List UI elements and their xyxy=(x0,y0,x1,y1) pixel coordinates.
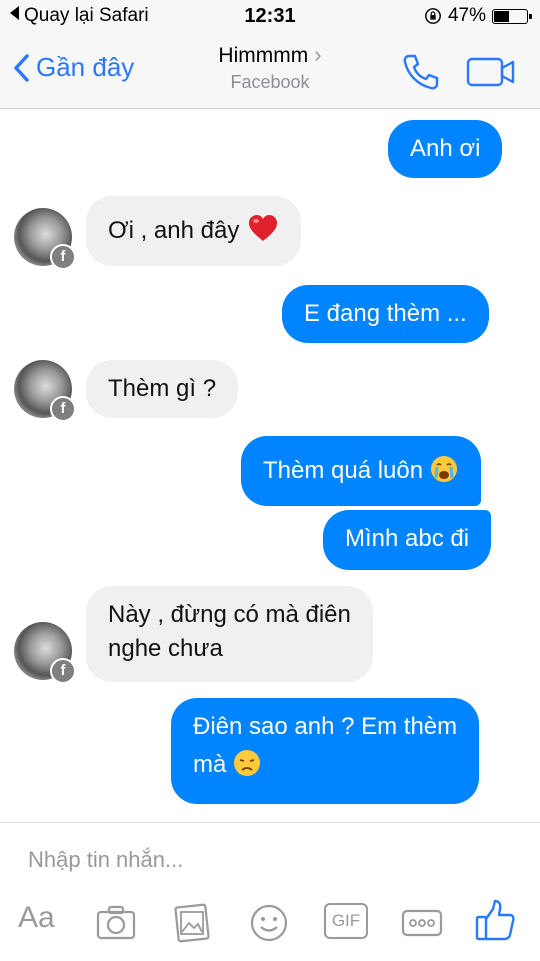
message-text: Thèm gì ? xyxy=(108,375,217,402)
status-indicators: 47% xyxy=(424,5,532,27)
rotation-lock-icon xyxy=(425,8,441,24)
message-text: E đang thèm ... xyxy=(304,300,467,327)
battery-percent: 47% xyxy=(447,5,486,26)
message-outgoing[interactable]: Mình abc đi xyxy=(323,510,492,570)
message-text-line: mà xyxy=(193,751,227,778)
camera-icon[interactable] xyxy=(95,903,137,943)
facebook-badge-icon: f xyxy=(50,658,76,684)
message-incoming[interactable]: Thèm gì ? xyxy=(86,360,239,418)
message-outgoing[interactable]: Điên sao anh ? Em thèm mà xyxy=(171,698,480,804)
battery-icon xyxy=(492,8,532,24)
message-text: Thèm quá luôn xyxy=(263,457,424,484)
thumbs-up-icon[interactable] xyxy=(474,897,516,943)
avatar[interactable]: f xyxy=(14,208,76,270)
message-incoming[interactable]: Này , đừng có mà điên nghe chưa xyxy=(86,586,373,682)
battery-level xyxy=(494,10,509,22)
emoji-icon[interactable] xyxy=(249,903,289,943)
contact-name: Himmmm xyxy=(218,44,309,67)
message-text-line: nghe chưa xyxy=(108,635,223,662)
text-format-button[interactable]: Aa xyxy=(18,901,55,941)
message-text: Anh ơi xyxy=(410,135,481,162)
video-camera-icon[interactable] xyxy=(466,56,516,88)
message-text: Mình abc đi xyxy=(345,525,470,552)
status-bar: Quay lại Safari 12:31 47% xyxy=(0,0,540,34)
chevron-right-icon: › xyxy=(314,42,322,67)
phone-icon[interactable] xyxy=(400,52,440,92)
conversation-subtitle: Facebook xyxy=(230,72,310,92)
message-text-line: Này , đừng có mà điên xyxy=(108,601,351,628)
facebook-badge-icon: f xyxy=(50,244,76,270)
message-input[interactable]: Nhập tin nhắn... xyxy=(28,847,183,873)
message-outgoing[interactable]: Thèm quá luôn xyxy=(241,436,482,506)
composer: Nhập tin nhắn... Aa GIF xyxy=(0,822,540,961)
avatar[interactable]: f xyxy=(14,360,76,422)
message-text: Ơi , anh đây xyxy=(108,217,240,244)
heart-emoji-icon xyxy=(249,215,278,241)
conversation-title[interactable]: Himmmm › xyxy=(0,42,540,68)
message-outgoing[interactable]: E đang thèm ... xyxy=(282,285,489,343)
disappointed-face-emoji-icon xyxy=(234,750,261,776)
gallery-icon[interactable] xyxy=(172,903,212,943)
crying-face-emoji-icon xyxy=(431,456,458,482)
message-incoming[interactable]: Ơi , anh đây xyxy=(86,196,302,266)
message-text-line: Điên sao anh ? Em thèm xyxy=(193,713,458,740)
nav-bar: Gần đây Himmmm › Facebook xyxy=(0,34,540,109)
facebook-badge-icon: f xyxy=(50,396,76,422)
avatar[interactable]: f xyxy=(14,622,76,684)
composer-toolbar: Aa GIF xyxy=(0,895,540,953)
message-outgoing[interactable]: Anh ơi xyxy=(388,120,503,178)
gif-button[interactable]: GIF xyxy=(324,903,368,939)
more-options-icon[interactable] xyxy=(400,903,444,943)
